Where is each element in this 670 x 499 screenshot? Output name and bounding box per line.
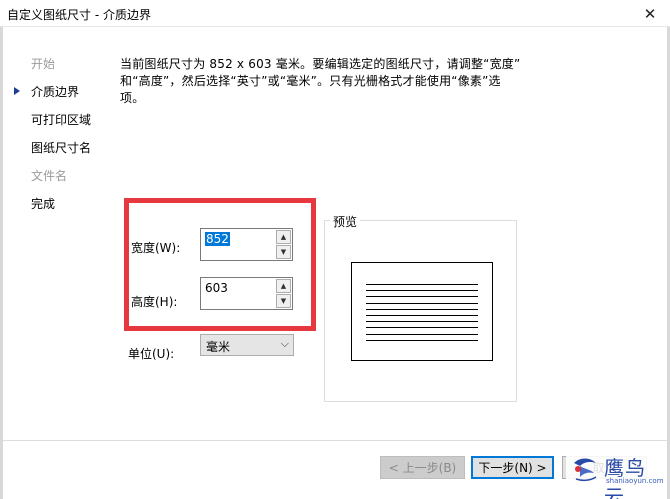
step-start: 开始 (12, 56, 112, 84)
chevron-down-icon: ⌵ (280, 337, 289, 350)
unit-label: 单位(U): (128, 347, 175, 361)
paper-rule-line (366, 308, 478, 310)
step-file-name: 文件名 (12, 168, 112, 196)
step-label: 图纸尺寸名 (31, 141, 92, 155)
description-line: 和“高度”，然后选择“英寸”或“毫米”。只有光栅格式才能使用“像素”选 (120, 74, 501, 88)
step-label: 开始 (31, 57, 56, 71)
step-label: 可打印区域 (31, 113, 92, 127)
footer-separator (3, 440, 667, 441)
back-button[interactable]: < 上一步(B) (380, 456, 465, 479)
close-button[interactable]: ✕ (630, 0, 670, 27)
window-edge-left (0, 27, 3, 499)
paper-rule-line (366, 284, 478, 285)
step-label: 完成 (31, 197, 56, 211)
paper-rule-line (366, 339, 478, 341)
wizard-steps: 开始 介质边界 可打印区域 图纸尺寸名 文件名 完成 (12, 56, 112, 224)
description-line: 项。 (120, 91, 145, 105)
step-label: 文件名 (31, 169, 68, 183)
step-paper-size-name: 图纸尺寸名 (12, 140, 112, 168)
title-bar: 自定义图纸尺寸 - 介质边界 ✕ (0, 0, 670, 27)
step-label: 介质边界 (31, 85, 80, 99)
close-icon: ✕ (643, 4, 657, 23)
description-text: 当前图纸尺寸为 852 x 603 毫米。要编辑选定的图纸尺寸，请调整“宽度” … (120, 56, 540, 107)
step-finish: 完成 (12, 196, 112, 224)
bird-logo-icon (574, 458, 597, 482)
paper-preview (351, 262, 493, 361)
step-media-bounds: 介质边界 (12, 84, 112, 112)
paper-rule-line (366, 296, 478, 298)
triangle-right-icon (14, 87, 20, 95)
paper-rule-line (366, 315, 478, 316)
unit-select-value: 毫米 (206, 340, 231, 354)
watermark-name: 鹰鸟云 (604, 456, 646, 499)
paper-rule-line (366, 290, 478, 292)
paper-rule-line (366, 327, 478, 329)
unit-select[interactable]: 毫米 ⌵ (200, 334, 294, 356)
preview-label: 预览 (330, 213, 361, 230)
paper-rule-line (366, 321, 478, 323)
description-line: 当前图纸尺寸为 852 x 603 毫米。要编辑选定的图纸尺寸，请调整“宽度” (120, 57, 521, 71)
watermark: 鹰鸟云 shaniaoyun.com (566, 447, 666, 499)
window-title: 自定义图纸尺寸 - 介质边界 (7, 8, 151, 22)
paper-rule-line (366, 333, 478, 335)
watermark-url: shaniaoyun.com (606, 477, 664, 485)
paper-rule-line (366, 302, 478, 304)
step-printable-area: 可打印区域 (12, 112, 112, 140)
next-button[interactable]: 下一步(N) > (471, 456, 554, 479)
annotation-highlight-box (124, 198, 316, 331)
